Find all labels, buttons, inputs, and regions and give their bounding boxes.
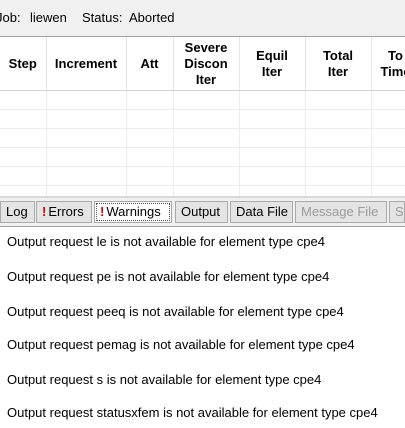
tab-output[interactable]: Output xyxy=(175,201,228,223)
col-severe-discon-iter[interactable]: Severe Discon Iter xyxy=(173,37,240,91)
status-label: Status: xyxy=(82,10,123,25)
warnings-panel[interactable]: Output request le is not available for e… xyxy=(0,226,405,428)
table-header-row: Step Increment Att Severe Discon Iter Equi… xyxy=(0,37,405,91)
col-equil-iter[interactable]: Equil Iter xyxy=(239,37,306,91)
warning-message: Output request pe is not available for e… xyxy=(7,269,330,284)
col-att[interactable]: Att xyxy=(126,37,174,91)
col-total-iter[interactable]: Total Iter xyxy=(305,37,372,91)
job-name: liewen xyxy=(30,10,67,25)
col-increment[interactable]: Increment xyxy=(46,37,127,91)
tab-output-label: Output xyxy=(181,204,221,219)
warning-message: Output request pemag is not available fo… xyxy=(7,337,355,352)
tab-status-file[interactable]: St xyxy=(389,201,405,223)
tab-message-file-label: Message File xyxy=(301,204,379,219)
warning-message: Output request statusxfem is not availab… xyxy=(7,405,378,420)
tab-message-file[interactable]: Message File xyxy=(295,201,387,223)
tab-log-label: Log xyxy=(6,204,28,219)
job-status-bar: Job: liewen Status: Aborted xyxy=(0,0,405,36)
tab-data-file-label: Data File xyxy=(236,204,289,219)
status-value: Aborted xyxy=(129,10,175,25)
col-step[interactable]: Step xyxy=(0,37,47,91)
col-total-time[interactable]: ToTime xyxy=(371,37,405,91)
warning-message: Output request le is not available for e… xyxy=(7,234,325,249)
tab-status-file-label: St xyxy=(395,204,404,219)
tab-warnings-label: Warnings xyxy=(106,204,161,219)
table-row xyxy=(0,90,405,110)
warning-message: Output request s is not available for el… xyxy=(7,372,322,387)
tab-warnings[interactable]: ! Warnings xyxy=(94,201,172,223)
table-row xyxy=(0,128,405,148)
job-label: Job: xyxy=(0,10,21,25)
warning-message: Output request peeq is not available for… xyxy=(7,304,344,319)
tab-errors[interactable]: ! Errors xyxy=(36,201,92,223)
tab-data-file[interactable]: Data File xyxy=(230,201,293,223)
table-row xyxy=(0,147,405,167)
tab-bar: Log ! Errors ! Warnings Output Data File M… xyxy=(0,198,405,226)
increment-table[interactable]: Step Increment Att Severe Discon Iter Equi… xyxy=(0,36,405,197)
increment-grid: Step Increment Att Severe Discon Iter Equi… xyxy=(0,37,405,197)
warning-mark-icon: ! xyxy=(42,204,47,219)
warning-mark-icon: ! xyxy=(100,204,105,219)
table-row xyxy=(0,166,405,186)
table-row xyxy=(0,109,405,129)
tab-log[interactable]: Log xyxy=(0,201,35,223)
tab-errors-label: Errors xyxy=(48,204,84,219)
